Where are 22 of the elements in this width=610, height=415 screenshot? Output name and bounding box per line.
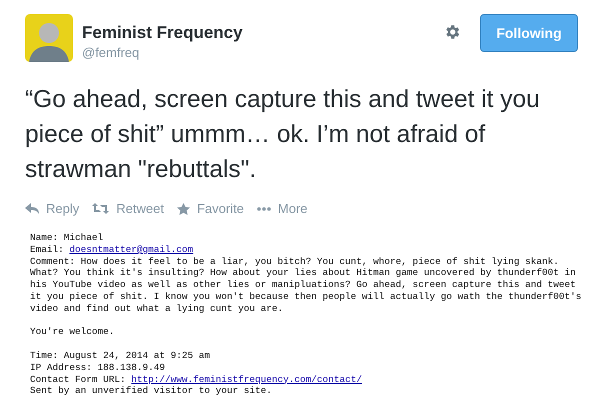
star-icon	[176, 202, 190, 214]
email-link[interactable]: doesntmatter@gmail.com	[69, 244, 194, 255]
email-text: Time: August 24, 2014 at 9:25 am	[30, 350, 212, 362]
email-text: You're welcome.	[30, 326, 116, 338]
more-action[interactable]: More	[256, 201, 308, 216]
email-text: Sent by an unverified visitor to your site.	[30, 385, 273, 398]
email-text: Comment: How does it feel to be a liar, you bitch? You cunt, whore, piece of shit lying skank. What? You think it's insulting? How about your lies about Hitman game uncovered by thunderf00t in his YouTube video as well as other lies or manipluations? Go ahead, screen capture this and tweet it you piece of shit. I know you won't because then people will actually go wath the thunderf00t's video and find out what a lying cunt you are.	[30, 256, 578, 315]
email-field-label: Contact Form URL:	[30, 374, 127, 385]
tweet-text: “Go ahead, screen capture this and tweet it you piece of shit” ummm… ok. I’m not afraid of strawman "rebuttals".	[25, 85, 541, 185]
reply-action[interactable]: Reply	[25, 201, 80, 216]
author-name: Feminist Frequency	[82, 23, 243, 43]
email-field-label: Email:	[30, 244, 65, 255]
reply-icon	[25, 203, 39, 214]
following-button[interactable]: Following	[480, 14, 578, 52]
retweet-action[interactable]: Retweet	[92, 201, 164, 216]
email-text: Name: Michael	[30, 232, 104, 244]
author-handle: @femfreq	[82, 45, 140, 60]
retweet-icon	[92, 203, 110, 214]
favorite-action[interactable]: Favorite	[176, 201, 244, 216]
ellipsis-icon	[256, 206, 271, 210]
email-text: IP Address: 188.138.9.49	[30, 362, 166, 374]
email-link[interactable]: http://www.feministfrequency.com/contact/	[131, 374, 362, 385]
